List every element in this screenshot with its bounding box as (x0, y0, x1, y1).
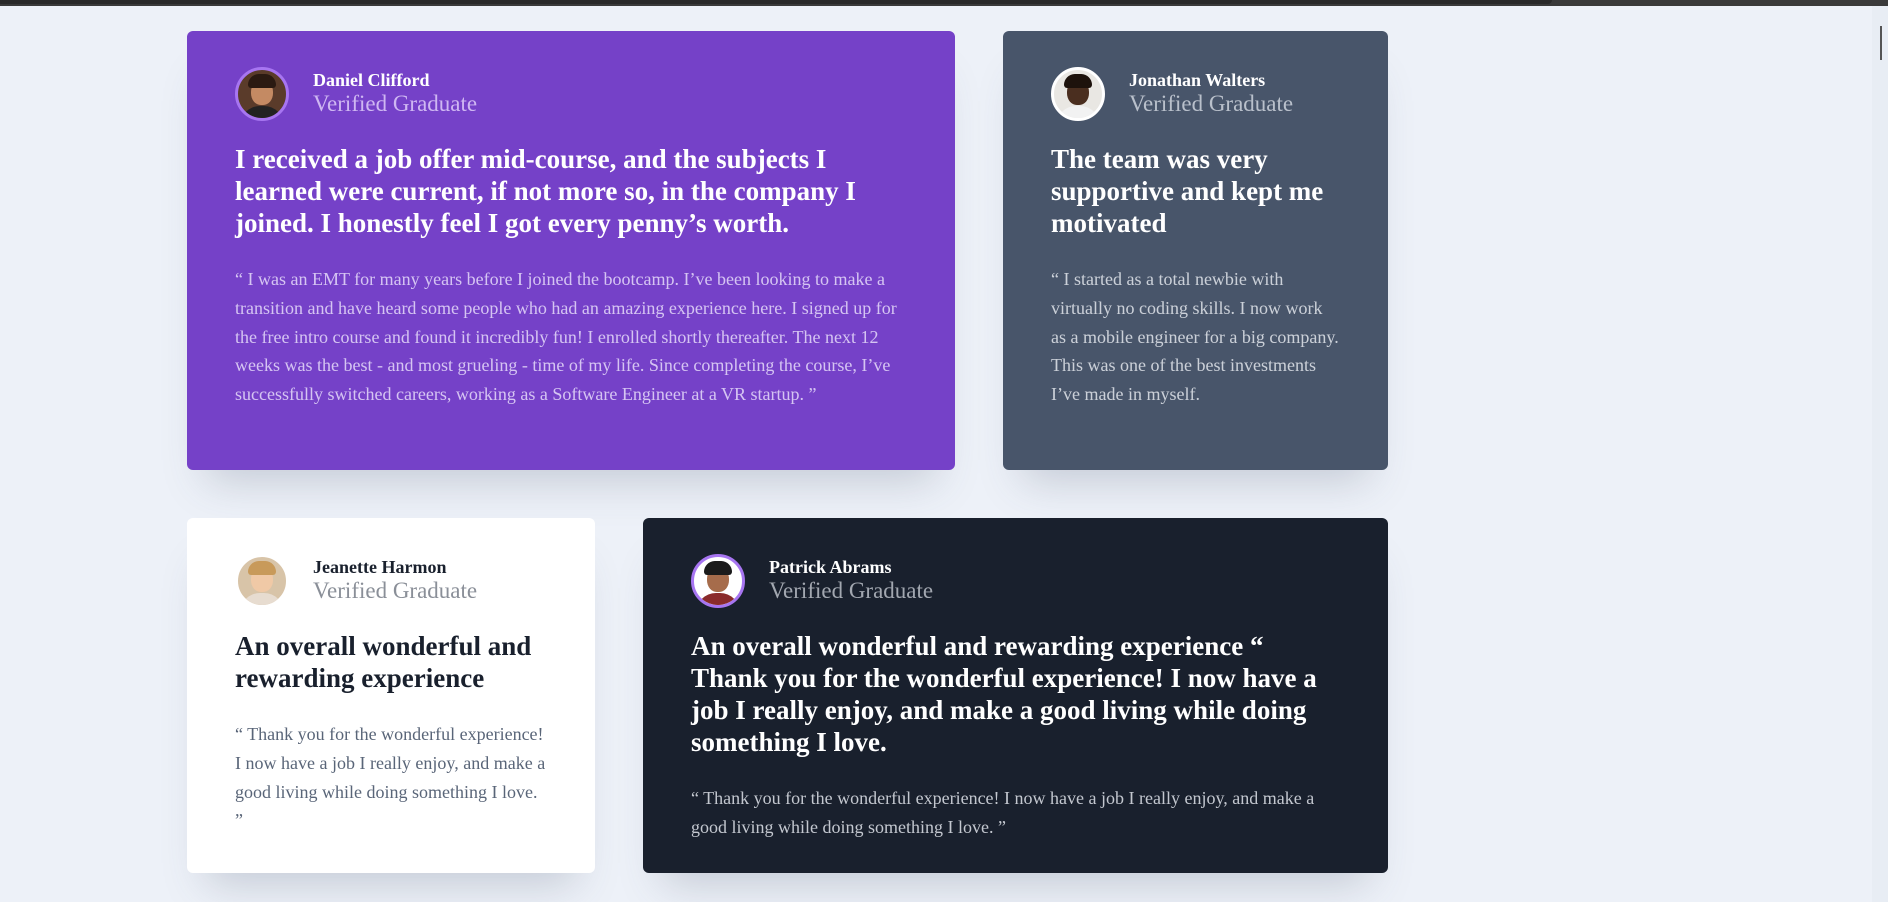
testimonial-headline: The team was very supportive and kept me… (1051, 144, 1324, 238)
author-name: Jeanette Harmon (313, 557, 447, 577)
testimonial-header: Daniel Clifford Verified Graduate (235, 67, 907, 121)
testimonial-headline: I received a job offer mid-course, and t… (235, 144, 856, 238)
testimonial-quote: “ Thank you for the wonderful experience… (691, 788, 1315, 837)
author-role: Verified Graduate (1129, 91, 1294, 116)
author-name: Patrick Abrams (769, 557, 892, 577)
browser-top-bar-edge (0, 0, 1552, 4)
author-role: Verified Graduate (769, 578, 934, 603)
author-role: Verified Graduate (313, 578, 478, 603)
author-info: Daniel Clifford Verified Graduate (313, 70, 477, 118)
testimonial-card-daniel-clifford: Daniel Clifford Verified Graduate I rece… (187, 31, 955, 470)
avatar (235, 554, 289, 608)
testimonial-card-jonathan-walters: Jonathan Walters Verified Graduate The t… (1003, 31, 1388, 470)
author-info: Jonathan Walters Verified Graduate (1129, 70, 1293, 118)
avatar (1051, 67, 1105, 121)
browser-top-bar (0, 0, 1888, 6)
testimonial-headline: An overall wonderful and rewarding exper… (235, 631, 532, 693)
testimonial-quote: “ Thank you for the wonderful experience… (235, 724, 546, 831)
avatar (691, 554, 745, 608)
avatar (235, 67, 289, 121)
author-info: Jeanette Harmon Verified Graduate (313, 557, 477, 605)
testimonial-quote: “ I started as a total newbie with virtu… (1051, 269, 1339, 405)
author-info: Patrick Abrams Verified Graduate (769, 557, 933, 605)
author-role: Verified Graduate (313, 91, 478, 116)
testimonial-header: Patrick Abrams Verified Graduate (691, 554, 1340, 608)
testimonial-header: Jonathan Walters Verified Graduate (1051, 67, 1340, 121)
testimonial-card-patrick-abrams: Patrick Abrams Verified Graduate An over… (643, 518, 1388, 873)
author-name: Daniel Clifford (313, 70, 430, 90)
testimonial-card-jeanette-harmon: Jeanette Harmon Verified Graduate An ove… (187, 518, 595, 873)
testimonial-quote: “ I was an EMT for many years before I j… (235, 269, 897, 405)
testimonial-header: Jeanette Harmon Verified Graduate (235, 554, 547, 608)
page-scrollbar[interactable] (1872, 6, 1888, 902)
testimonial-headline: An overall wonderful and rewarding exper… (691, 631, 1317, 757)
scrollbar-thumb[interactable] (1880, 26, 1882, 60)
author-name: Jonathan Walters (1129, 70, 1266, 90)
